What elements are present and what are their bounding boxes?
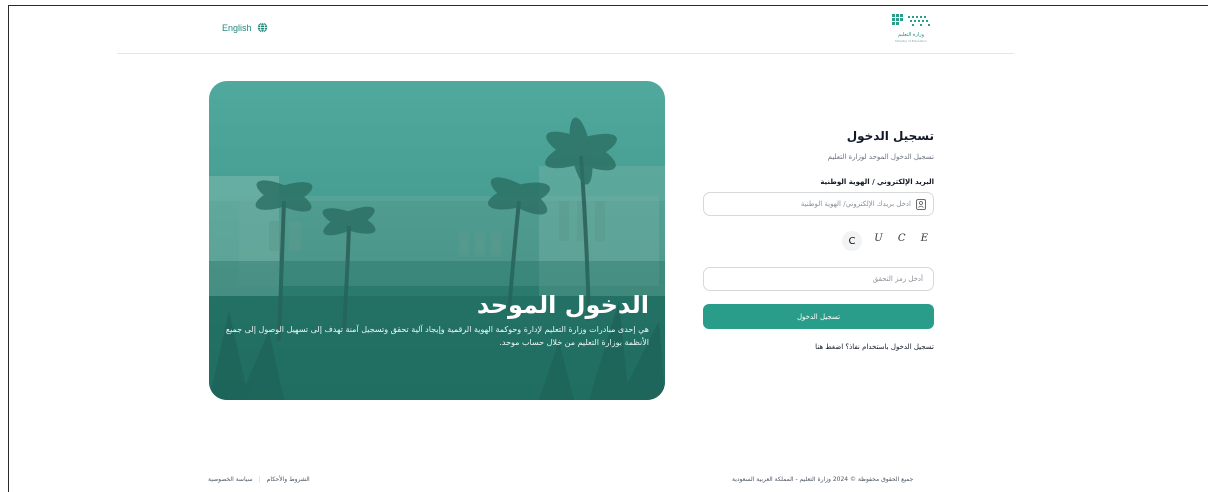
- language-label: English: [222, 22, 252, 33]
- id-input-placeholder: ادخل بريدك الإلكتروني/ الهوية الوطنية: [800, 200, 911, 208]
- site-header: English وزارة التعليم Ministry of Educat…: [117, 6, 1014, 54]
- form-title: تسجيل الدخول: [846, 129, 934, 143]
- ministry-logo[interactable]: وزارة التعليم Ministry of Education: [888, 10, 934, 46]
- footer-copyright: جميع الحقوق محفوظة © 2024 وزارة التعليم …: [732, 476, 914, 483]
- hero-card: الدخول الموحد هي إحدى مبادرات وزارة التع…: [209, 81, 665, 400]
- footer-privacy-link[interactable]: سياسة الخصوصية: [208, 476, 253, 483]
- nafath-login-link[interactable]: تسجيل الدخول باستخدام نفاذ؟ اضغط هنا: [815, 343, 934, 351]
- window-frame-left: [8, 5, 9, 492]
- verification-code-input[interactable]: أدخل رمز التحقق: [703, 267, 934, 291]
- login-button[interactable]: تسجيل الدخول: [703, 304, 934, 329]
- footer-terms-link[interactable]: الشروط والأحكام: [267, 476, 310, 483]
- id-field-label: البريد الإلكتروني / الهوية الوطنية: [820, 178, 934, 186]
- logo-title: وزارة التعليم: [897, 32, 925, 38]
- campus-illustration: [209, 81, 665, 400]
- id-card-icon: [916, 199, 926, 210]
- id-input[interactable]: ادخل بريدك الإلكتروني/ الهوية الوطنية: [703, 192, 934, 216]
- hero-description: هي إحدى مبادرات وزارة التعليم لإدارة وحو…: [225, 325, 649, 347]
- footer-links: الشروط والأحكام | سياسة الخصوصية: [208, 476, 310, 483]
- globe-icon: [257, 22, 267, 33]
- hero-title: الدخول الموحد: [476, 291, 649, 319]
- refresh-icon[interactable]: C: [842, 231, 862, 251]
- logo-mark-icon: [892, 14, 930, 26]
- form-subtitle: تسجيل الدخول الموحد لوزارة التعليم: [827, 153, 934, 161]
- logo-subtitle: Ministry of Education: [895, 39, 927, 43]
- captcha-row: S U C E C: [703, 231, 934, 251]
- language-switch[interactable]: English: [222, 22, 268, 33]
- code-input-placeholder: أدخل رمز التحقق: [872, 275, 923, 283]
- footer-separator: |: [258, 476, 261, 483]
- captcha-image: S U C E: [852, 233, 934, 244]
